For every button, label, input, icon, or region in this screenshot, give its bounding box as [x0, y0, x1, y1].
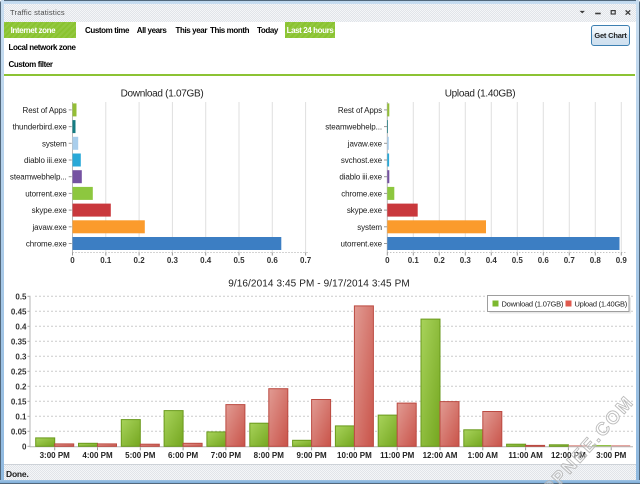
svg-text:0.8: 0.8 — [590, 256, 602, 265]
svg-text:0.1: 0.1 — [408, 256, 420, 265]
svg-text:thunderbird.exe: thunderbird.exe — [13, 123, 68, 132]
svg-text:system: system — [42, 139, 67, 148]
svg-text:utorrent.exe: utorrent.exe — [25, 189, 67, 198]
svg-text:1:00 AM: 1:00 AM — [468, 451, 499, 460]
svg-text:javaw.exe: javaw.exe — [31, 223, 67, 232]
svg-text:9:00 PM: 9:00 PM — [296, 451, 327, 460]
svg-text:skype.exe: skype.exe — [347, 206, 383, 215]
svg-text:12:00 AM: 12:00 AM — [423, 451, 458, 460]
svg-text:0.5: 0.5 — [512, 256, 524, 265]
svg-text:Upload (1.40GB): Upload (1.40GB) — [575, 300, 628, 309]
svg-text:Rest of Apps: Rest of Apps — [23, 106, 67, 115]
svg-text:5:00 PM: 5:00 PM — [125, 451, 156, 460]
svg-text:0.35: 0.35 — [11, 337, 27, 346]
svg-text:0.25: 0.25 — [11, 367, 27, 376]
svg-text:0.5: 0.5 — [15, 292, 27, 301]
svg-text:skype.exe: skype.exe — [32, 206, 68, 215]
svg-text:APPNEE.COM: APPNEE.COM — [529, 391, 638, 484]
svg-text:utorrent.exe: utorrent.exe — [341, 240, 383, 249]
svg-text:9/16/2014 3:45 PM - 9/17/2014: 9/16/2014 3:45 PM - 9/17/2014 3:45 PM — [228, 279, 410, 290]
svg-text:steamwebhelp...: steamwebhelp... — [325, 123, 382, 132]
svg-text:0.7: 0.7 — [300, 256, 312, 265]
svg-text:diablo iii.exe: diablo iii.exe — [339, 173, 382, 182]
svg-text:0.4: 0.4 — [486, 256, 498, 265]
svg-text:10:00 PM: 10:00 PM — [337, 451, 372, 460]
svg-text:0.05: 0.05 — [11, 427, 27, 436]
svg-text:3:00 PM: 3:00 PM — [40, 451, 71, 460]
svg-text:0.15: 0.15 — [11, 397, 27, 406]
svg-text:0.5: 0.5 — [233, 256, 245, 265]
svg-text:Upload (1.40GB): Upload (1.40GB) — [445, 89, 516, 100]
svg-text:0.1: 0.1 — [100, 256, 112, 265]
svg-text:0.7: 0.7 — [564, 256, 576, 265]
svg-text:0.2: 0.2 — [434, 256, 446, 265]
svg-text:0: 0 — [70, 256, 75, 265]
svg-text:0.4: 0.4 — [200, 256, 212, 265]
svg-text:0.4: 0.4 — [15, 322, 27, 331]
svg-text:Rest of Apps: Rest of Apps — [338, 106, 382, 115]
svg-text:0: 0 — [385, 256, 390, 265]
svg-text:0.45: 0.45 — [11, 307, 27, 316]
svg-text:6:00 PM: 6:00 PM — [168, 451, 199, 460]
svg-text:chrome.exe: chrome.exe — [26, 240, 67, 249]
svg-text:11:00 PM: 11:00 PM — [380, 451, 415, 460]
svg-text:0.2: 0.2 — [134, 256, 146, 265]
svg-text:0.6: 0.6 — [538, 256, 550, 265]
svg-text:4:00 PM: 4:00 PM — [82, 451, 113, 460]
svg-text:0.3: 0.3 — [167, 256, 179, 265]
svg-text:0.1: 0.1 — [15, 412, 27, 421]
svg-text:Download (1.07GB): Download (1.07GB) — [502, 300, 564, 309]
svg-text:0.3: 0.3 — [460, 256, 472, 265]
svg-text:Download (1.07GB): Download (1.07GB) — [121, 89, 204, 100]
svg-text:diablo iii.exe: diablo iii.exe — [24, 156, 67, 165]
svg-text:0.9: 0.9 — [616, 256, 628, 265]
svg-text:11:00 AM: 11:00 AM — [508, 451, 543, 460]
svg-text:javaw.exe: javaw.exe — [347, 139, 383, 148]
svg-text:chrome.exe: chrome.exe — [341, 189, 382, 198]
svg-text:7:00 PM: 7:00 PM — [211, 451, 242, 460]
svg-text:steamwebhelp...: steamwebhelp... — [10, 173, 67, 182]
svg-text:8:00 PM: 8:00 PM — [254, 451, 285, 460]
svg-text:0.3: 0.3 — [15, 352, 27, 361]
svg-text:3:00 PM: 3:00 PM — [596, 451, 627, 460]
svg-text:0: 0 — [22, 442, 27, 451]
svg-text:system: system — [357, 223, 382, 232]
svg-text:0.6: 0.6 — [267, 256, 279, 265]
svg-text:svchost.exe: svchost.exe — [341, 156, 383, 165]
svg-text:0.2: 0.2 — [15, 382, 27, 391]
